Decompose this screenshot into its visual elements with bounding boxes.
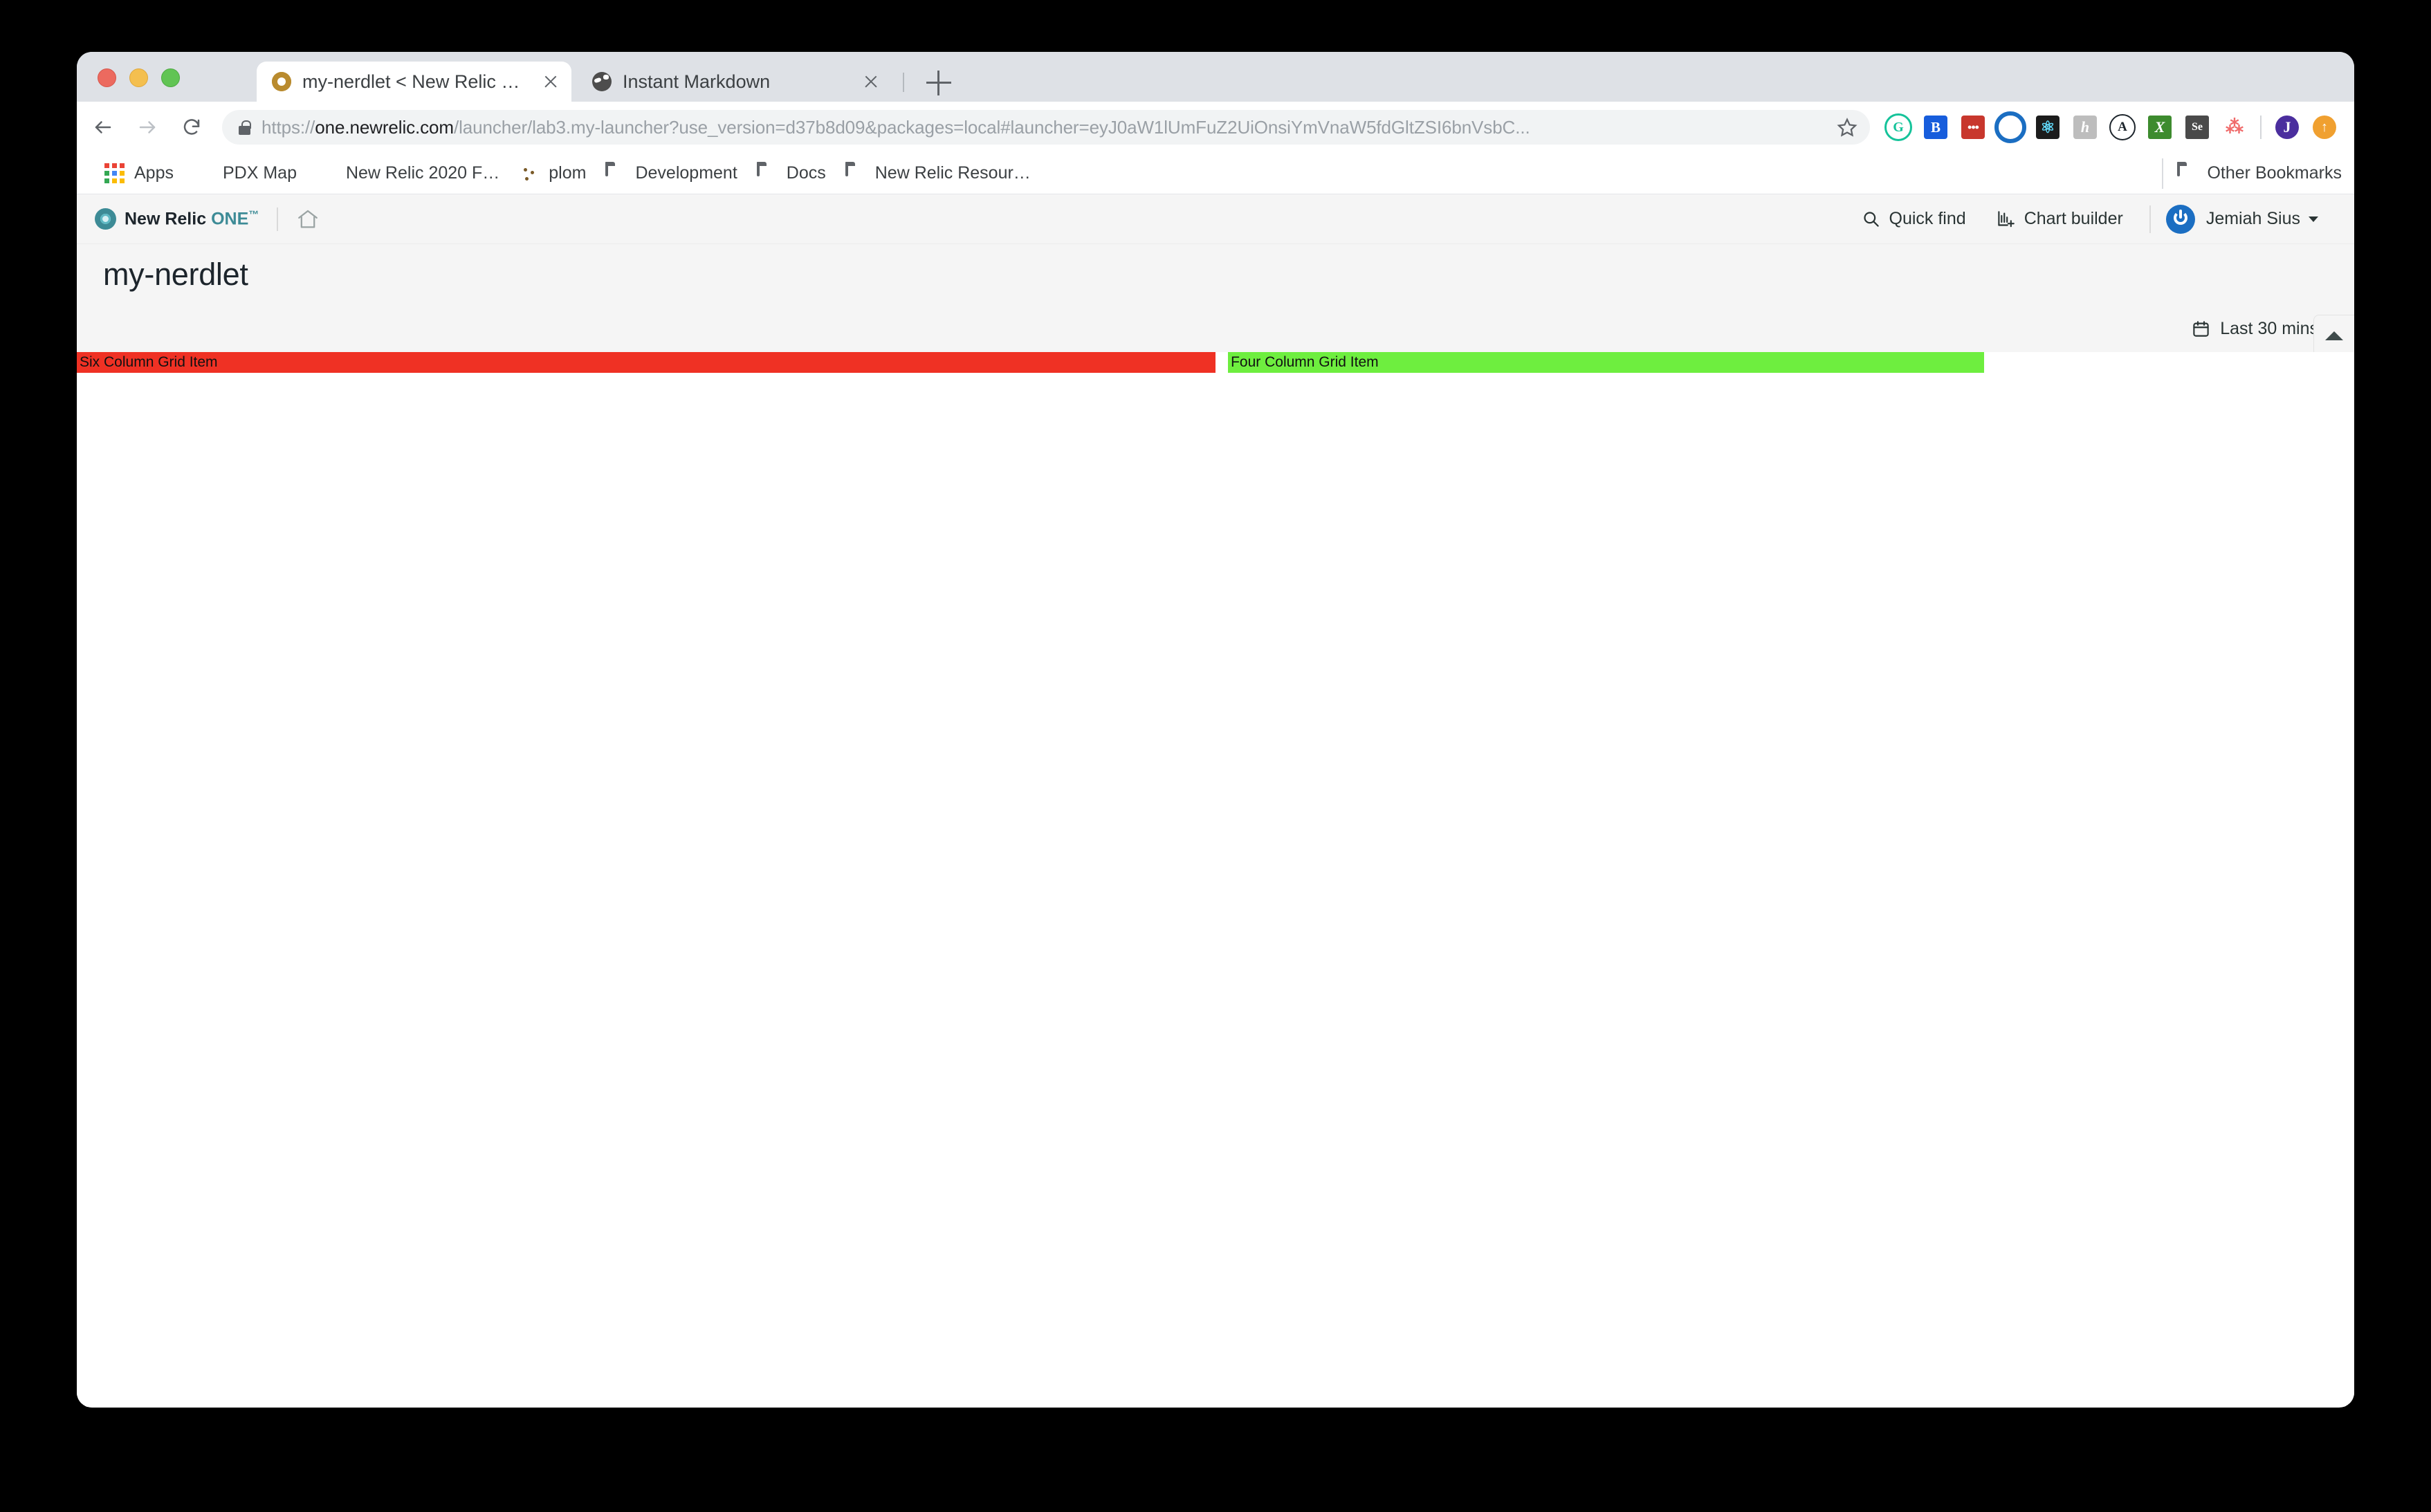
avatar (2165, 204, 2195, 234)
folder-icon (605, 161, 626, 184)
logo-brand: New Relic (125, 209, 212, 229)
folder-icon (756, 161, 778, 184)
bookmark-label: plom (549, 163, 587, 183)
bookmark-docs[interactable]: Docs (747, 158, 836, 189)
tab-title: Instant Markdown (623, 71, 771, 92)
quick-find-label: Quick find (1889, 209, 1966, 228)
bookmark-apps[interactable]: Apps (95, 158, 183, 189)
address-bar[interactable]: https://one.newrelic.com/launcher/lab3.m… (222, 110, 1870, 145)
selenium-recorder-extension-icon[interactable]: Se (2178, 111, 2216, 144)
folder-icon (845, 161, 866, 184)
hypothesis-extension-icon[interactable]: h (2066, 111, 2104, 144)
chart-builder-button[interactable]: Chart builder (1981, 201, 2138, 237)
username-label: Jemiah Sius (2205, 209, 2300, 228)
logo-one: ONE (211, 209, 249, 229)
bookmark-star-icon[interactable] (1831, 111, 1863, 143)
bookmark-label: New Relic 2020 F… (345, 163, 500, 183)
newrelic-logo[interactable]: New Relic ONE™ (95, 208, 259, 230)
axe-accessibility-extension-icon[interactable]: A (2104, 111, 2141, 144)
newrelic-header: New Relic ONE™ Quick find Chart builder … (77, 194, 2354, 244)
close-window-button[interactable] (98, 68, 116, 87)
apps-grid-icon (104, 163, 125, 184)
browser-tab-my-nerdlet[interactable]: my-nerdlet < New Relic One (257, 62, 571, 102)
close-tab-icon[interactable] (854, 65, 888, 98)
newrelic-logo-icon (95, 208, 116, 230)
folder-icon (2177, 161, 2198, 184)
bookmark-label: Apps (134, 163, 174, 183)
url-text: https://one.newrelic.com/launcher/lab3.m… (262, 116, 1530, 138)
new-tab-button[interactable] (926, 71, 951, 95)
six-column-grid-item: Six Column Grid Item (77, 352, 1216, 373)
collapse-header-button[interactable] (2313, 315, 2354, 356)
lock-icon (239, 120, 251, 135)
bookmark-pdx-map[interactable]: PDX Map (183, 158, 306, 189)
bookmark-label: New Relic Resour… (874, 163, 1031, 183)
bookmark-label: Development (635, 163, 737, 183)
other-bookmarks-label: Other Bookmarks (2207, 163, 2342, 183)
home-icon[interactable] (296, 208, 320, 231)
window-traffic-lights (98, 68, 180, 87)
quick-find-button[interactable]: Quick find (1846, 201, 1981, 237)
search-icon (1863, 212, 1879, 227)
grammarly-extension-icon[interactable]: G (1880, 111, 1917, 144)
newrelic-chrome: New Relic ONE™ Quick find Chart builder … (77, 194, 2354, 356)
header-divider (2149, 205, 2151, 233)
bookmark-development[interactable]: Development (596, 158, 746, 189)
asana-extension-icon[interactable]: ⁂ (2216, 111, 2253, 144)
globe-favicon-icon (592, 72, 612, 91)
bookmark-new-relic-2020[interactable]: New Relic 2020 F… (306, 158, 509, 189)
page-title: my-nerdlet (103, 257, 248, 292)
other-bookmarks-button[interactable]: Other Bookmarks (2162, 158, 2342, 189)
newrelic-app: New Relic ONE™ Quick find Chart builder … (77, 194, 2354, 1407)
header-divider (277, 207, 279, 231)
tab-strip: my-nerdlet < New Relic One Instant Markd… (77, 52, 2354, 102)
minimize-window-button[interactable] (129, 68, 148, 87)
bookmark-new-relic-resources[interactable]: New Relic Resour… (836, 158, 1040, 189)
google-docs-icon (316, 163, 337, 184)
forward-button[interactable] (129, 109, 165, 145)
page-title-row: my-nerdlet (77, 244, 2354, 305)
newrelic-logo-text: New Relic ONE™ (125, 209, 259, 229)
newrelic-extension-icon[interactable] (1992, 111, 2029, 144)
bookmark-plom[interactable]: plom (509, 158, 596, 189)
excel-extension-icon[interactable]: X (2141, 111, 2178, 144)
tab-separator (903, 73, 904, 92)
chart-builder-icon (1997, 211, 2015, 228)
extension-toolbar: G B ••• ⚛ h A X Se ⁂ J ↑ (1880, 111, 2354, 144)
newrelic-favicon-icon (272, 72, 291, 91)
profile-avatar-icon[interactable]: J (2268, 111, 2306, 144)
time-picker-row: Last 30 mins (77, 305, 2354, 356)
chevron-up-icon (2325, 331, 2343, 340)
four-column-grid-item: Four Column Grid Item (1228, 352, 1985, 373)
user-menu-button[interactable]: Jemiah Sius (2162, 201, 2333, 237)
bookmark-label: PDX Map (222, 163, 297, 183)
bookmarks-bar: Apps PDX Map New Relic 2020 F… plom Deve… (77, 153, 2354, 194)
nerdlet-canvas: Six Column Grid Item Four Column Grid It… (77, 352, 2354, 1407)
grid-row: Six Column Grid Item Four Column Grid It… (77, 352, 2354, 373)
update-extension-icon[interactable]: ↑ (2306, 111, 2343, 144)
bitwarden-extension-icon[interactable]: B (1917, 111, 1954, 144)
time-range-label: Last 30 mins (2220, 318, 2318, 338)
back-button[interactable] (85, 109, 121, 145)
tab-title: my-nerdlet < New Relic One (302, 71, 534, 92)
github-icon (193, 163, 214, 184)
browser-window: my-nerdlet < New Relic One Instant Markd… (77, 52, 2354, 1408)
chevron-down-icon (2309, 216, 2318, 222)
pocket-extension-icon[interactable]: ••• (1954, 111, 1992, 144)
maximize-window-button[interactable] (161, 68, 180, 87)
bookmark-label: Docs (786, 163, 826, 183)
close-tab-icon[interactable] (534, 65, 567, 98)
calendar-icon (2193, 320, 2209, 337)
chart-builder-label: Chart builder (2024, 209, 2123, 228)
toolbar-divider (2260, 116, 2262, 139)
reload-button[interactable] (174, 109, 210, 145)
newrelic-header-actions: Quick find Chart builder Jemiah Sius (1846, 201, 2333, 237)
browser-tab-instant-markdown[interactable]: Instant Markdown (577, 62, 892, 102)
browser-toolbar: https://one.newrelic.com/launcher/lab3.m… (77, 102, 2354, 153)
cookie-icon (519, 163, 540, 184)
react-devtools-extension-icon[interactable]: ⚛ (2029, 111, 2066, 144)
logo-tm: ™ (248, 208, 259, 221)
